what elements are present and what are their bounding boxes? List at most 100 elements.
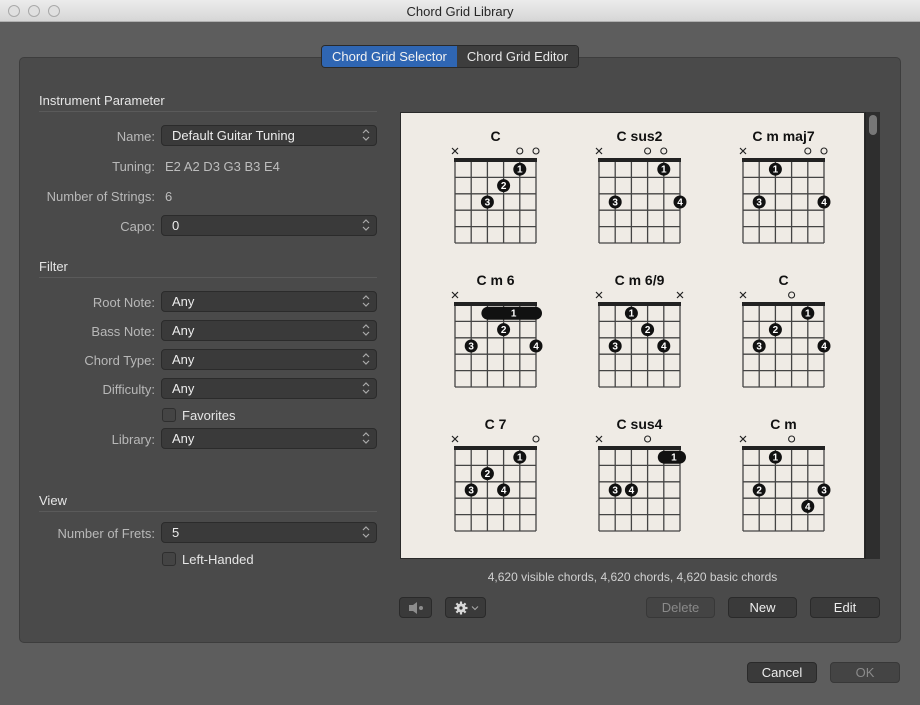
frets-popup[interactable]: 5 bbox=[161, 522, 377, 543]
chord-type-popup[interactable]: Any bbox=[161, 349, 377, 370]
vertical-scrollbar[interactable] bbox=[865, 112, 880, 559]
finger-number: 3 bbox=[612, 198, 618, 209]
finger-number: 1 bbox=[773, 453, 779, 464]
chord-diagram[interactable]: C 123 bbox=[451, 128, 540, 244]
capo-popup[interactable]: 0 bbox=[161, 215, 377, 236]
root-note-popup[interactable]: Any bbox=[161, 291, 377, 312]
open-string-marker bbox=[660, 147, 668, 155]
up-down-arrows-icon bbox=[362, 526, 370, 538]
chord-diagram[interactable]: C 7 1 23 4 bbox=[451, 416, 540, 532]
new-button[interactable]: New bbox=[728, 597, 797, 618]
favorites-label[interactable]: Favorites bbox=[182, 408, 235, 423]
frets-value: 5 bbox=[172, 525, 180, 540]
scrollbar-thumb[interactable] bbox=[869, 115, 877, 135]
finger-number: 4 bbox=[821, 198, 827, 209]
finger-number: 3 bbox=[485, 198, 491, 209]
up-down-arrows-icon bbox=[362, 295, 370, 307]
action-menu-button[interactable] bbox=[445, 597, 486, 618]
bass-note-value: Any bbox=[172, 323, 195, 338]
ok-button[interactable]: OK bbox=[830, 662, 900, 683]
name-popup[interactable]: Default Guitar Tuning bbox=[161, 125, 377, 146]
open-string-marker bbox=[804, 147, 812, 155]
nut bbox=[742, 302, 825, 306]
strings-value: 6 bbox=[165, 189, 173, 204]
filter-heading: Filter bbox=[39, 259, 68, 274]
nut bbox=[454, 446, 537, 450]
finger-number: 1 bbox=[661, 165, 667, 176]
up-down-arrows-icon bbox=[362, 353, 370, 365]
open-string-marker bbox=[532, 147, 540, 155]
finger-number: 3 bbox=[612, 486, 618, 497]
muted-string-marker bbox=[451, 147, 459, 155]
library-popup[interactable]: Any bbox=[161, 428, 377, 449]
open-string-marker bbox=[532, 435, 540, 443]
chord-diagram[interactable]: C m 1 2 34 bbox=[739, 416, 831, 532]
section-divider bbox=[39, 111, 377, 112]
play-chord-button[interactable] bbox=[399, 597, 432, 618]
chord-name: C sus2 bbox=[617, 128, 663, 144]
finger-number: 3 bbox=[468, 342, 474, 353]
open-string-marker bbox=[788, 291, 796, 299]
finger-number: 4 bbox=[661, 342, 667, 353]
nut bbox=[598, 302, 681, 306]
finger-number: 3 bbox=[612, 342, 618, 353]
chord-type-value: Any bbox=[172, 352, 195, 367]
finger-number: 3 bbox=[468, 486, 474, 497]
muted-string-marker bbox=[739, 435, 747, 443]
finger-number: 2 bbox=[773, 325, 779, 336]
bass-note-popup[interactable]: Any bbox=[161, 320, 377, 341]
chord-diagram[interactable]: C m maj7 1 3 4 bbox=[739, 128, 831, 244]
finger-number: 1 bbox=[773, 165, 779, 176]
open-string-marker bbox=[820, 147, 828, 155]
finger-number: 4 bbox=[677, 198, 683, 209]
tab-chord-grid-selector[interactable]: Chord Grid Selector bbox=[322, 46, 457, 67]
finger-number: 3 bbox=[756, 342, 762, 353]
up-down-arrows-icon bbox=[362, 382, 370, 394]
finger-number: 4 bbox=[533, 342, 539, 353]
up-down-arrows-icon bbox=[362, 324, 370, 336]
muted-string-marker bbox=[595, 291, 603, 299]
speaker-icon bbox=[408, 602, 423, 614]
up-down-arrows-icon bbox=[362, 219, 370, 231]
chord-diagram[interactable]: C sus2 1 3 4 bbox=[595, 128, 687, 244]
tuning-value: E2 A2 D3 G3 B3 E4 bbox=[165, 159, 280, 174]
window-title: Chord Grid Library bbox=[406, 4, 514, 19]
finger-number: 1 bbox=[805, 309, 811, 320]
edit-button[interactable]: Edit bbox=[810, 597, 880, 618]
difficulty-label: Difficulty: bbox=[102, 382, 156, 397]
finger-number: 1 bbox=[629, 309, 635, 320]
finger-number: 2 bbox=[501, 181, 507, 192]
left-handed-label[interactable]: Left-Handed bbox=[182, 552, 254, 567]
difficulty-popup[interactable]: Any bbox=[161, 378, 377, 399]
chord-name: C m bbox=[770, 416, 796, 432]
chord-diagram[interactable]: C 1 23 4 bbox=[739, 272, 831, 388]
left-handed-checkbox[interactable] bbox=[162, 552, 176, 566]
bass-note-label: Bass Note: bbox=[91, 324, 155, 339]
name-value: Default Guitar Tuning bbox=[172, 128, 295, 143]
muted-string-marker bbox=[676, 291, 684, 299]
difficulty-value: Any bbox=[172, 381, 195, 396]
chord-diagram[interactable]: C sus4 1 3 4 bbox=[595, 416, 686, 532]
cancel-button[interactable]: Cancel bbox=[747, 662, 817, 683]
tab-chord-grid-editor[interactable]: Chord Grid Editor bbox=[456, 46, 579, 67]
muted-string-marker bbox=[595, 435, 603, 443]
finger-number: 1 bbox=[517, 453, 523, 464]
finger-number: 3 bbox=[756, 198, 762, 209]
chord-name: C m 6/9 bbox=[615, 272, 665, 288]
finger-number: 4 bbox=[805, 502, 811, 513]
muted-string-marker bbox=[739, 147, 747, 155]
finger-number: 4 bbox=[629, 486, 635, 497]
chord-name: C m maj7 bbox=[752, 128, 814, 144]
chord-name: C m 6 bbox=[476, 272, 514, 288]
library-label: Library: bbox=[111, 432, 155, 447]
chord-name: C bbox=[490, 128, 500, 144]
chord-grid-view[interactable]: C123C sus2 1 3 4 C m maj7 1 3 4 C m 61234C m 6/9… bbox=[400, 112, 865, 559]
up-down-arrows-icon bbox=[362, 129, 370, 141]
nut bbox=[454, 302, 537, 306]
favorites-checkbox[interactable] bbox=[162, 408, 176, 422]
chord-diagram[interactable]: C m 6 12 3 4 bbox=[451, 272, 543, 388]
chord-diagram[interactable]: C m 6/9 12 3 4 bbox=[595, 272, 684, 388]
delete-button[interactable]: Delete bbox=[646, 597, 715, 618]
finger-number: 2 bbox=[501, 325, 507, 336]
nut bbox=[598, 158, 681, 162]
